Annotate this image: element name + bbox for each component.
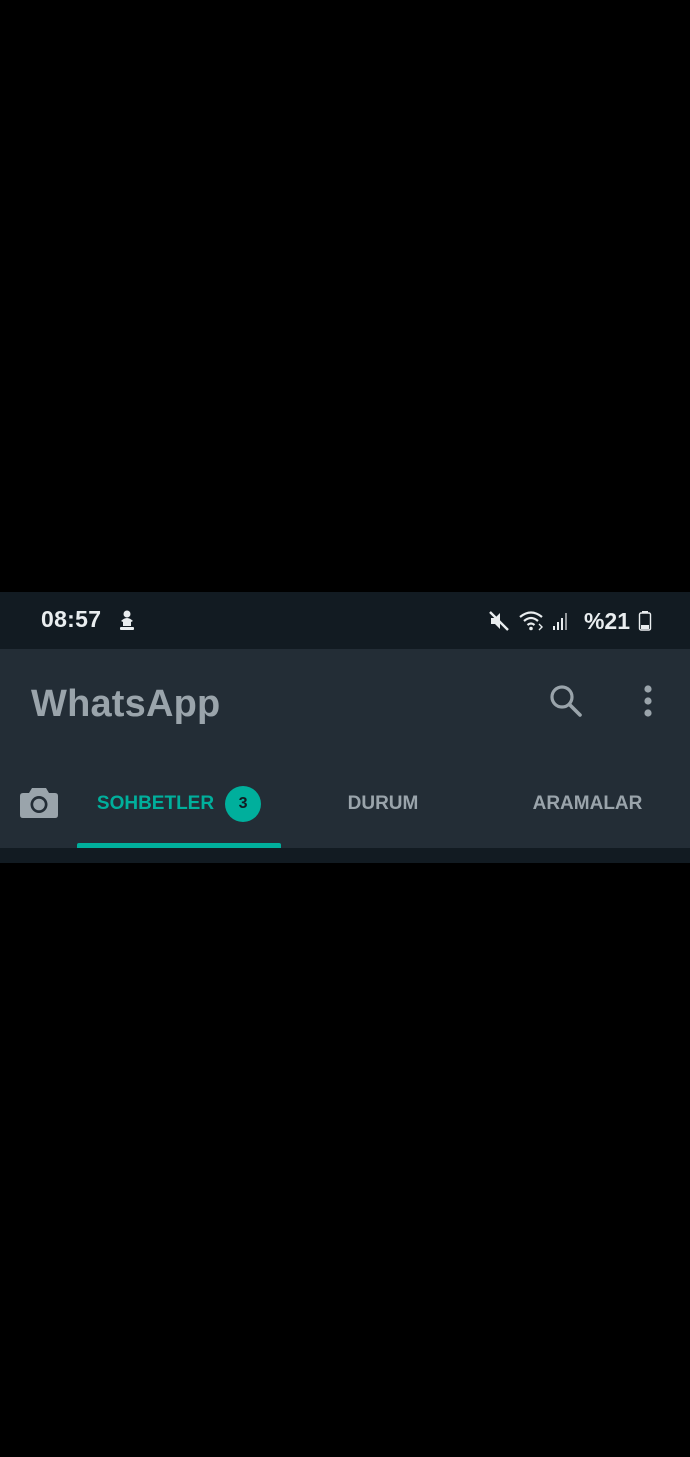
mute-icon — [488, 610, 510, 632]
app-title: WhatsApp — [31, 683, 221, 725]
status-icons: %21 — [488, 606, 652, 636]
status-time: 08:57 — [41, 606, 102, 632]
blank-area-top — [0, 0, 690, 592]
pin-notification-icon — [117, 609, 137, 631]
tab-status-label: DURUM — [347, 793, 419, 814]
phone-screen: 08:57 %21 WhatsApp SOHBETLER 3 DURUM ARA… — [0, 0, 690, 1457]
unread-count-badge: 3 — [225, 786, 262, 822]
camera-tab[interactable] — [12, 779, 66, 829]
tab-status[interactable]: DURUM — [281, 779, 485, 829]
battery-icon — [638, 610, 652, 632]
tab-chats-label: SOHBETLER — [96, 793, 215, 814]
more-vert-icon — [643, 683, 653, 724]
search-button[interactable] — [540, 677, 592, 729]
camera-icon — [19, 785, 59, 824]
tab-calls[interactable]: ARAMALAR — [485, 779, 690, 829]
tab-calls-label: ARAMALAR — [532, 793, 643, 814]
wifi-icon — [518, 610, 544, 632]
signal-icon — [552, 611, 570, 631]
more-options-button[interactable] — [626, 677, 670, 729]
blank-area-bottom — [0, 863, 690, 1457]
status-bar: 08:57 %21 — [0, 592, 690, 649]
content-top-strip — [0, 848, 690, 863]
tab-chats[interactable]: SOHBETLER 3 — [77, 779, 281, 829]
app-bar: WhatsApp SOHBETLER 3 DURUM ARAMALAR — [0, 649, 690, 848]
search-icon — [548, 683, 584, 724]
battery-percent: %21 — [583, 607, 630, 634]
